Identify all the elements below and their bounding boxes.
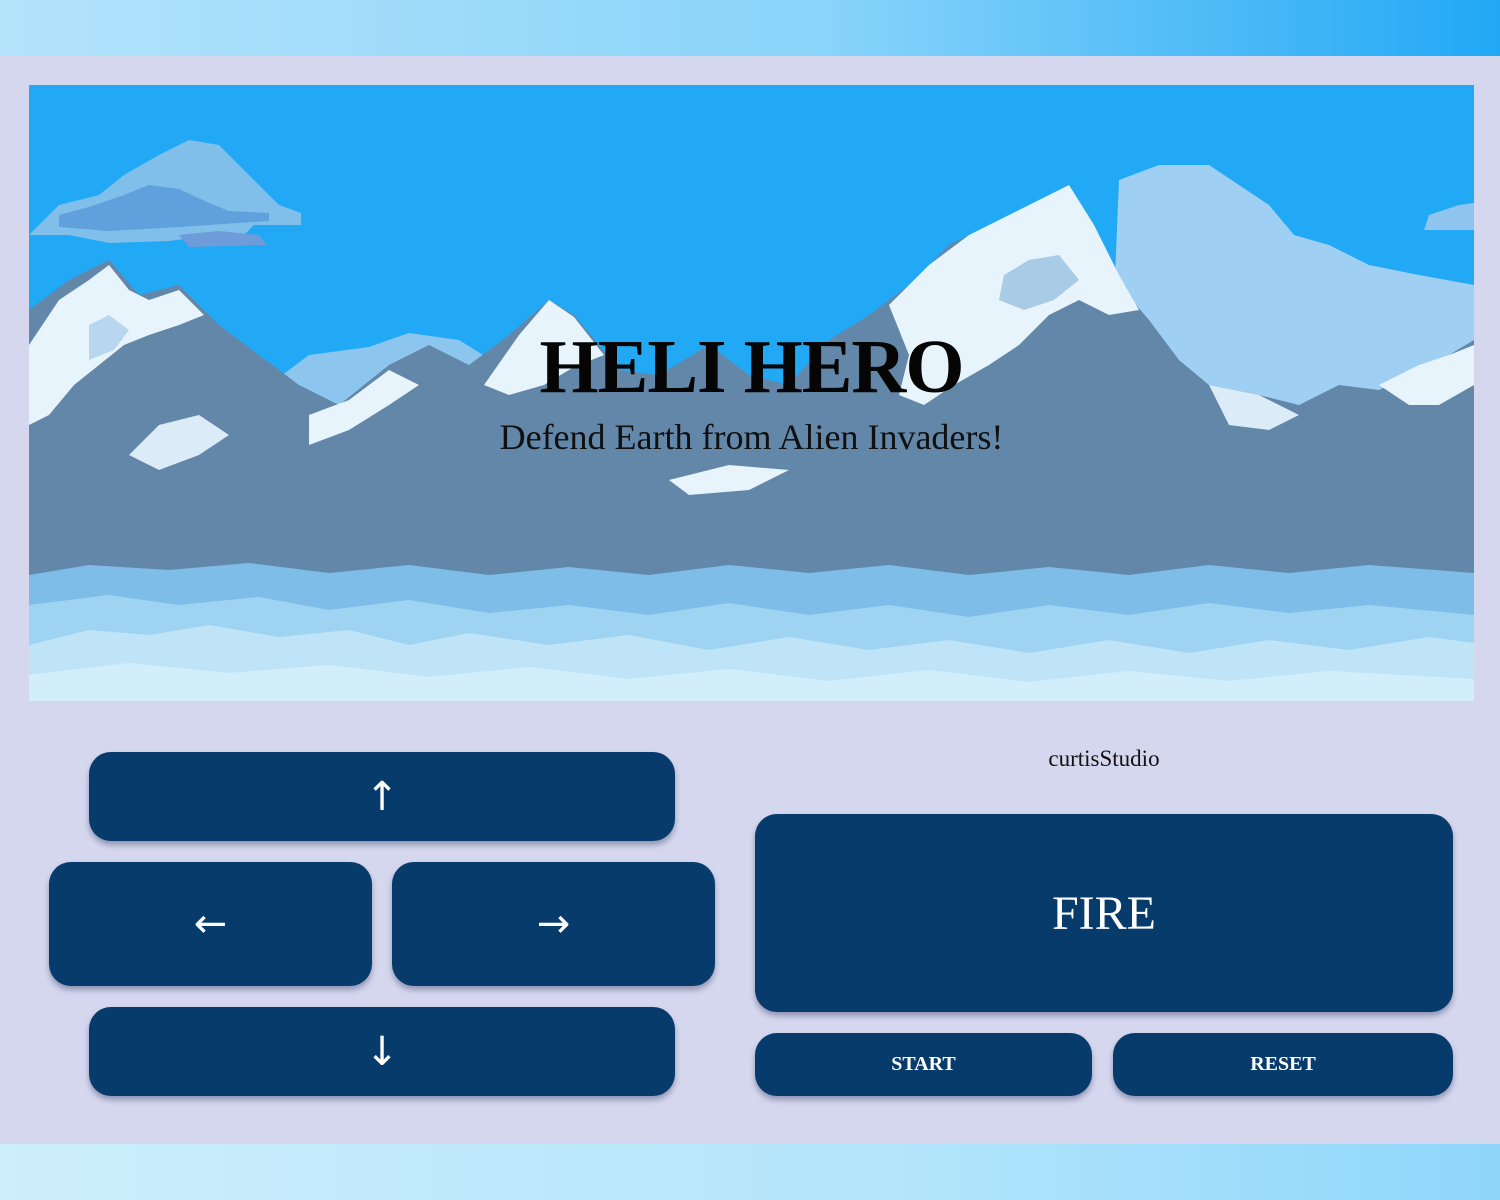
- start-button[interactable]: START: [755, 1033, 1092, 1096]
- reset-button-label: RESET: [1250, 1053, 1316, 1075]
- game-subtitle: Defend Earth from Alien Invaders!: [499, 417, 1004, 457]
- top-background-strip: [0, 0, 1500, 56]
- game-panel: HELI HERO Defend Earth from Alien Invade…: [0, 56, 1500, 1144]
- studio-name: curtisStudio: [1048, 746, 1160, 771]
- arrow-down-icon: ↓: [365, 1028, 399, 1075]
- start-button-label: START: [891, 1053, 956, 1075]
- arrow-right-icon: →: [536, 901, 571, 947]
- fire-button[interactable]: FIRE: [755, 814, 1453, 1012]
- arrow-left-icon: ←: [193, 901, 228, 947]
- game-screen: HELI HERO Defend Earth from Alien Invade…: [29, 85, 1474, 701]
- game-title: HELI HERO: [539, 325, 965, 409]
- reset-button[interactable]: RESET: [1113, 1033, 1453, 1096]
- fire-button-label: FIRE: [1051, 886, 1156, 940]
- up-button[interactable]: ↑: [89, 752, 675, 841]
- arrow-up-icon: ↑: [365, 773, 399, 820]
- down-button[interactable]: ↓: [89, 1007, 675, 1096]
- left-button[interactable]: ←: [49, 862, 372, 986]
- right-button[interactable]: →: [392, 862, 715, 986]
- bottom-background-strip: [0, 1144, 1500, 1200]
